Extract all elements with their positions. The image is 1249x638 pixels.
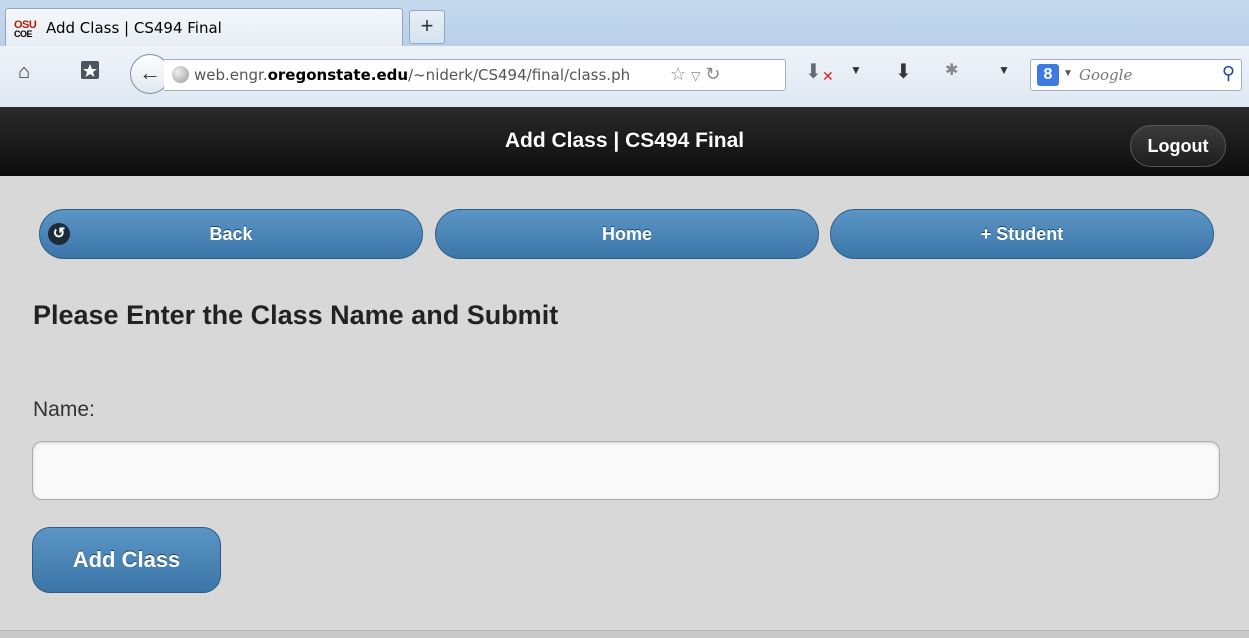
add-student-button[interactable]: + Student xyxy=(830,209,1214,259)
bookmarks-icon[interactable] xyxy=(80,60,100,86)
favicon-text-bottom: COE xyxy=(14,29,33,39)
page-header: Add Class | CS494 Final Logout xyxy=(0,107,1249,176)
bookmark-star-icon[interactable]: ☆ xyxy=(670,64,686,84)
osu-favicon-icon: OSU COE xyxy=(14,20,40,41)
download-icon[interactable]: ⬇ xyxy=(895,59,912,84)
url-domain: oregonstate.edu xyxy=(267,66,409,84)
globe-icon xyxy=(172,66,189,83)
page-content: ↺ Back Home + Student Please Enter the C… xyxy=(0,176,1249,631)
logout-button[interactable]: Logout xyxy=(1130,125,1226,167)
url-text: web.engr.oregonstate.edu/~niderk/CS494/f… xyxy=(194,66,630,84)
home-button-label: Home xyxy=(601,224,652,244)
browser-navigation-bar: ⌂ ← web.engr.oregonstate.edu/~niderk/CS4… xyxy=(0,46,1249,108)
back-button-label: Back xyxy=(209,224,253,244)
add-student-button-label: + Student xyxy=(980,224,1064,244)
tab-title: Add Class | CS494 Final xyxy=(46,19,222,37)
chevron-down-icon[interactable]: ▼ xyxy=(998,63,1010,77)
url-bar-icons: ☆ ▽ ↻ xyxy=(670,64,721,85)
new-tab-button[interactable]: + xyxy=(409,10,445,44)
reload-icon[interactable]: ↻ xyxy=(705,64,720,84)
url-prefix: web.engr. xyxy=(194,66,268,84)
add-class-button[interactable]: Add Class xyxy=(32,527,221,593)
addon-blocked-icon[interactable]: ⬇ xyxy=(805,59,822,84)
search-icon[interactable]: ⚲ xyxy=(1222,63,1235,84)
google-search-engine-icon[interactable]: 8 xyxy=(1037,64,1059,86)
page-title: Add Class | CS494 Final xyxy=(504,129,745,152)
url-path: /~niderk/CS494/final/class.ph xyxy=(408,66,631,84)
browser-tab-strip: OSU COE Add Class | CS494 Final + xyxy=(0,0,1249,46)
form-heading: Please Enter the Class Name and Submit xyxy=(33,300,559,330)
arrow-left-icon: ← xyxy=(139,60,161,85)
chevron-down-icon[interactable]: ▼ xyxy=(850,63,862,77)
home-button[interactable]: Home xyxy=(435,209,819,259)
home-icon[interactable]: ⌂ xyxy=(18,61,30,84)
dropdown-triangle-icon[interactable]: ▽ xyxy=(691,69,700,83)
search-box[interactable]: 8 ▼ Google ⚲ xyxy=(1030,59,1242,91)
back-arrow-icon: ↺ xyxy=(48,223,70,245)
firebug-icon[interactable]: ✱ xyxy=(945,60,958,80)
class-name-input[interactable] xyxy=(32,441,1220,500)
back-button[interactable]: ↺ Back xyxy=(39,209,423,259)
url-bar[interactable]: web.engr.oregonstate.edu/~niderk/CS494/f… xyxy=(164,59,786,91)
name-label: Name: xyxy=(33,398,95,421)
browser-tab[interactable]: OSU COE Add Class | CS494 Final xyxy=(5,8,403,46)
search-placeholder: Google xyxy=(1079,66,1133,84)
search-engine-dropdown-icon[interactable]: ▼ xyxy=(1063,68,1073,79)
close-x-icon: ✕ xyxy=(822,68,834,84)
